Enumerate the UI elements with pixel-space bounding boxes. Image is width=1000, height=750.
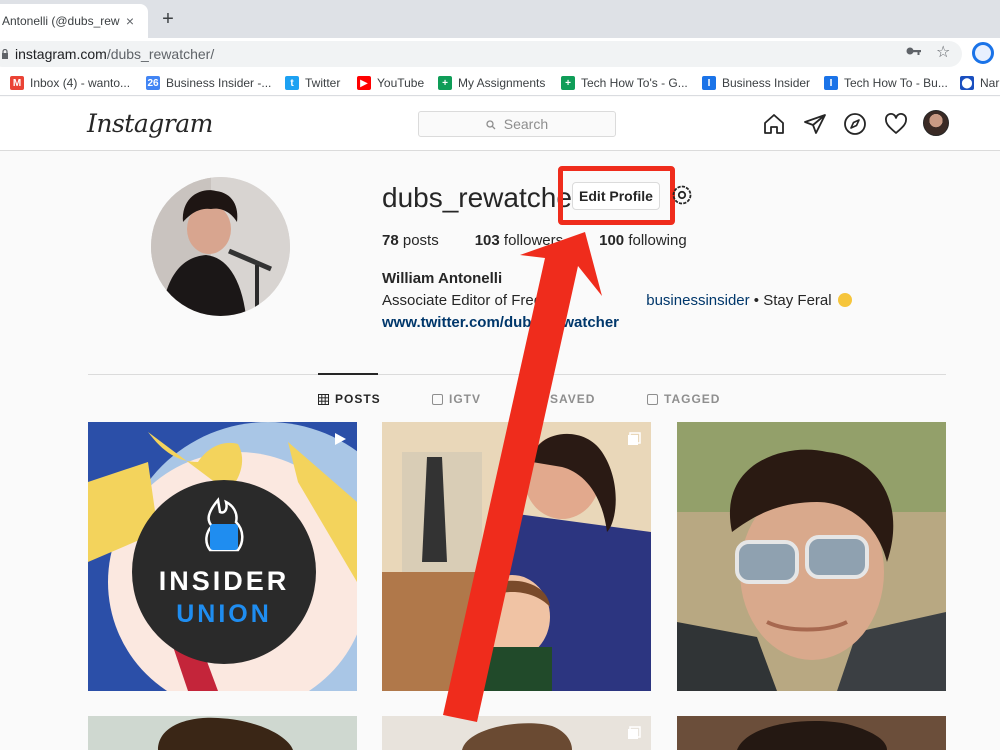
browser-tab[interactable]: Antonelli (@dubs_rewatcher) ×	[0, 4, 148, 38]
post-thumbnail[interactable]	[677, 422, 946, 691]
post-photo	[382, 716, 651, 750]
bookmark-label: Business Insider	[722, 76, 811, 90]
direct-messages-icon[interactable]	[803, 112, 827, 136]
instagram-header: Instagram Search	[0, 97, 1000, 151]
igtv-icon	[432, 393, 443, 405]
tab-igtv[interactable]: IGTV	[432, 392, 481, 406]
bookmark-item[interactable]: M Inbox (4) - wanto...	[10, 75, 130, 91]
bookmark-label: Tech How To - Bu...	[844, 76, 948, 90]
sheets-icon: +	[561, 76, 575, 90]
bookmark-label: Nar	[980, 76, 1000, 90]
bookmark-item[interactable]: I Tech How To - Bu...	[824, 75, 948, 91]
tab-posts-label: POSTS	[335, 392, 381, 406]
grid-icon	[318, 393, 329, 405]
posts-count: 78 posts	[382, 232, 439, 249]
bookmark-label: YouTube	[377, 76, 425, 90]
post-thumbnail[interactable]	[382, 422, 651, 691]
profile-picture[interactable]	[151, 177, 290, 316]
followers-link[interactable]: 103 followers	[475, 232, 563, 249]
bookmark-item[interactable]: + My Assignments	[438, 75, 545, 91]
address-bar: instagram.com/dubs_rewatcher/ ☆	[0, 38, 1000, 70]
tab-saved-label: SAVED	[550, 392, 596, 406]
profile-avatar-nav[interactable]	[923, 110, 949, 136]
insider-icon: I	[824, 76, 838, 90]
url-host: instagram.com	[15, 46, 107, 62]
fist-emoji-icon	[837, 293, 852, 307]
family-photo	[382, 422, 651, 691]
search-icon	[486, 120, 496, 130]
tab-posts[interactable]: POSTS	[318, 392, 381, 406]
union-text: UNION	[176, 600, 272, 628]
bookmark-label: Inbox (4) - wanto...	[30, 76, 131, 90]
profile-stats: 78 posts 103 followers 100 following	[382, 232, 723, 249]
insider-icon: I	[702, 76, 716, 90]
bookmark-item[interactable]: t Twitter	[285, 75, 340, 91]
instagram-logo[interactable]: Instagram	[87, 109, 213, 138]
bookmark-item[interactable]: + Tech How To's - G...	[561, 75, 688, 91]
post-photo	[677, 716, 946, 750]
sheets-icon: +	[438, 76, 452, 90]
profile-username: dubs_rewatcher	[382, 182, 582, 213]
home-icon[interactable]	[762, 112, 786, 136]
bio-mention-link[interactable]: businessinsider	[646, 292, 749, 309]
video-play-icon	[335, 433, 346, 445]
lock-icon[interactable]	[2, 49, 8, 59]
tab-saved[interactable]: SAVED	[533, 392, 595, 406]
bookmark-item[interactable]: ⬤ Nar	[960, 75, 999, 91]
bookmark-icon: ⬤	[960, 76, 974, 90]
search-input[interactable]: Search	[418, 111, 616, 137]
activity-heart-icon[interactable]	[884, 112, 908, 136]
bookmarks-bar: M Inbox (4) - wanto... 26 Business Insider …	[0, 70, 1000, 96]
close-tab-icon[interactable]: ×	[122, 13, 138, 29]
explore-compass-icon[interactable]	[843, 112, 867, 136]
insider-text: INSIDER	[159, 566, 290, 596]
insider-union-image: INSIDER UNION	[88, 422, 357, 691]
settings-gear-icon[interactable]	[670, 183, 694, 207]
new-tab-button[interactable]: +	[158, 9, 178, 30]
bookmark-icon	[533, 393, 544, 405]
bookmark-item[interactable]: I Business Insider	[702, 75, 810, 91]
post-photo	[88, 716, 357, 750]
extension-icon[interactable]	[972, 42, 994, 64]
selfie-photo	[677, 422, 946, 691]
bookmark-item[interactable]: 26 Business Insider -...	[146, 75, 271, 91]
gmail-icon: M	[10, 76, 24, 90]
post-thumbnail[interactable]	[382, 716, 651, 750]
bookmark-label: Twitter	[305, 76, 341, 90]
post-thumbnail[interactable]	[677, 716, 946, 750]
multiple-photos-icon	[628, 432, 641, 445]
profile-full-name: William Antonelli	[382, 270, 503, 287]
key-icon[interactable]	[906, 45, 922, 57]
bookmark-label: My Assignments	[458, 76, 546, 90]
twitter-icon: t	[285, 76, 299, 90]
profile-website-link[interactable]: www.twitter.com/dubs_rewatcher	[382, 314, 619, 331]
tab-igtv-label: IGTV	[449, 392, 482, 406]
url-text: instagram.com/dubs_rewatcher/	[15, 46, 214, 62]
post-thumbnail[interactable]	[88, 716, 357, 750]
profile-tabs-divider	[88, 374, 946, 375]
browser-tab-bar: Antonelli (@dubs_rewatcher) × +	[0, 0, 1000, 38]
tab-tagged-label: TAGGED	[664, 392, 721, 406]
url-field[interactable]: instagram.com/dubs_rewatcher/	[0, 41, 962, 67]
youtube-icon: ▶	[357, 76, 371, 90]
post-thumbnail[interactable]: INSIDER UNION	[88, 422, 357, 691]
active-tab-indicator	[318, 373, 378, 375]
profile-photo	[151, 177, 290, 316]
tab-title: Antonelli (@dubs_rewatcher)	[2, 14, 120, 28]
bookmark-label: Business Insider -...	[166, 76, 272, 90]
calendar-icon: 26	[146, 76, 160, 90]
bookmark-item[interactable]: ▶ YouTube	[357, 75, 424, 91]
annotation-highlight-box	[558, 166, 675, 225]
search-placeholder: Search	[503, 116, 549, 132]
url-path: /dubs_rewatcher/	[106, 46, 215, 62]
following-link[interactable]: 100 following	[599, 232, 687, 249]
tab-tagged[interactable]: TAGGED	[647, 392, 720, 406]
tagged-user-icon	[647, 393, 658, 405]
profile-bio: Associate Editor of Free businessinsider…	[382, 292, 852, 309]
multiple-photos-icon	[628, 726, 641, 739]
bookmark-label: Tech How To's - G...	[581, 76, 688, 90]
bookmark-star-icon[interactable]: ☆	[936, 42, 950, 62]
